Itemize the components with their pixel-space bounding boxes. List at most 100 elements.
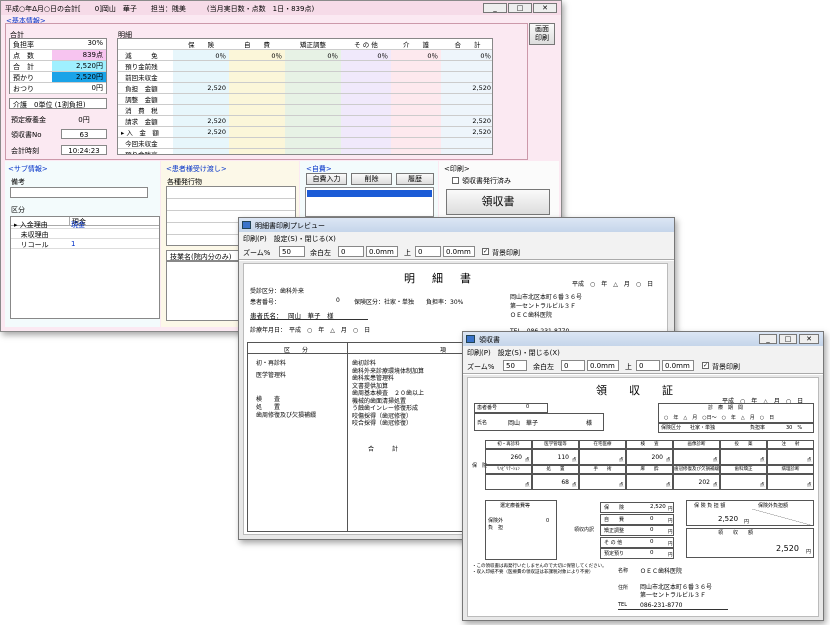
detail-cell xyxy=(391,82,441,94)
category-row-label: リコール xyxy=(14,241,49,249)
detail-cell xyxy=(391,104,441,116)
clinic-tel: 086-231-8770 xyxy=(640,602,683,609)
patient-section-label: <患者様受け渡し> xyxy=(166,165,227,173)
receipt-toolbar: ズーム% 50 余白左 0 0.0mm 上 0 0.0mm ✓ 背景印刷 xyxy=(463,358,823,374)
detail-cell xyxy=(229,148,285,154)
points-head: 注 射 xyxy=(767,440,814,449)
detail-cell xyxy=(229,115,285,127)
detail-row-label: 預り金前残 xyxy=(118,60,173,72)
summary-value: 839点 xyxy=(52,50,106,60)
statement-table-divider xyxy=(347,342,348,532)
detail-cell: 2,520 xyxy=(173,115,229,127)
detail-cell: 0％ xyxy=(391,49,441,61)
close-button[interactable]: ✕ xyxy=(533,3,557,13)
statement-item: 咬合採得（歯冠修復） xyxy=(352,420,413,427)
detail-cell xyxy=(391,93,441,105)
detail-header: 介 護 xyxy=(391,39,441,50)
clinic-addr-label: 住所 xyxy=(618,585,629,591)
category-row[interactable]: ▸ 入金理由 現金 xyxy=(11,219,159,229)
detail-header: 自 費 xyxy=(229,39,285,50)
detail-cell xyxy=(391,60,441,72)
detail-row-label: 前回未収金 xyxy=(118,71,173,83)
detail-cell xyxy=(285,93,341,105)
detail-cell xyxy=(173,148,229,154)
detail-cell xyxy=(285,82,341,94)
detail-cell xyxy=(441,137,492,149)
margin-left-mm[interactable]: 0.0mm xyxy=(366,246,398,257)
margin-left-label: 余白左 xyxy=(533,363,554,371)
statement-doc-title: 明 細 書 xyxy=(404,272,474,285)
detail-row: 調整 金額 xyxy=(118,93,492,105)
breakdown-value: 0 xyxy=(650,515,654,522)
margin-top-spinner[interactable]: 0 xyxy=(636,360,660,371)
points-unit: 点 xyxy=(760,483,765,488)
detail-cell xyxy=(285,60,341,72)
receipt-issued-checkbox[interactable] xyxy=(452,177,459,184)
summary-value: 2,520円 xyxy=(52,61,106,71)
self-list[interactable] xyxy=(305,187,434,217)
rate-value: 30 % xyxy=(786,425,803,431)
rate-label: 負担率 xyxy=(750,425,766,431)
category-row[interactable]: 未収理由 xyxy=(11,229,159,239)
time-field: 10:24:23 xyxy=(61,145,107,155)
breakdown-yen: 円 xyxy=(668,530,673,535)
category-grid: 現金 ▸ 入金理由 現金 未収理由 リコール 1 xyxy=(10,216,160,319)
receipt-no-field[interactable]: 63 xyxy=(61,129,107,139)
receipt-button[interactable]: 領収書 xyxy=(446,189,550,215)
clinic-tel-label: TEL xyxy=(618,602,627,608)
minimize-button[interactable]: _ xyxy=(483,3,507,13)
self-input-button[interactable]: 自費入力 xyxy=(306,173,347,185)
detail-cell: 2,520 xyxy=(173,82,229,94)
detail-cell: 0％ xyxy=(229,49,285,61)
points-head: 投 薬 xyxy=(720,440,767,449)
summary-row: おつり 0円 xyxy=(10,83,106,94)
detail-row: ▸ 入 金 額 2,520 2,520 xyxy=(118,126,492,138)
margin-left-mm[interactable]: 0.0mm xyxy=(587,360,619,371)
receipt-preview-window: 領収書 _ □ ✕ 印刷(P) 設定(S)・閉じる(X) ズーム% 50 余白左… xyxy=(462,331,824,621)
margin-top-mm[interactable]: 0.0mm xyxy=(443,246,475,257)
detail-cell xyxy=(229,93,285,105)
points-unit: 点 xyxy=(525,483,530,488)
detail-header xyxy=(118,39,173,50)
self-list-selected-row[interactable] xyxy=(307,190,432,197)
detail-cell xyxy=(229,137,285,149)
detail-row-label: 預り金残高 xyxy=(118,148,173,154)
delete-button[interactable]: 削除 xyxy=(351,173,392,185)
name-value: 岡山 華子 xyxy=(508,420,539,427)
breakdown-yen: 円 xyxy=(668,541,673,547)
kaigo-box: 介護 0単位 (1割負担) xyxy=(9,98,107,109)
detail-row-label: 請求 金額 xyxy=(118,115,173,127)
margin-left-spinner[interactable]: 0 xyxy=(561,360,585,371)
margin-top-label: 上 xyxy=(404,249,411,257)
receipt-max-button[interactable]: □ xyxy=(779,334,797,344)
breakdown-label: 預定預り xyxy=(604,551,625,557)
detail-cell: 2,520 xyxy=(441,126,492,138)
bg-print-label: 背景印刷 xyxy=(492,249,520,257)
detail-cell xyxy=(285,104,341,116)
receipt-menu[interactable]: 印刷(P) 設定(S)・閉じる(X) xyxy=(463,346,823,358)
zoom-spinner[interactable]: 50 xyxy=(279,246,305,257)
detail-cell: 2,520 xyxy=(173,126,229,138)
receipt-close-button[interactable]: ✕ xyxy=(799,334,819,344)
history-button[interactable]: 履歴 xyxy=(396,173,434,185)
bg-print-checkbox[interactable]: ✓ xyxy=(482,248,489,255)
summary-row: 負担率 30% xyxy=(10,39,106,50)
receipt-min-button[interactable]: _ xyxy=(759,334,777,344)
bg-print-checkbox[interactable]: ✓ xyxy=(702,362,709,369)
statement-menu[interactable]: 印刷(P) 設定(S)・閉じる(X) xyxy=(239,232,674,244)
points-head: 処 置 xyxy=(532,465,579,474)
points-unit: 点 xyxy=(525,458,530,463)
detail-header: 保 険 xyxy=(173,39,229,50)
margin-left-spinner[interactable]: 0 xyxy=(338,246,364,257)
memo-field[interactable] xyxy=(10,187,148,198)
maximize-button[interactable]: □ xyxy=(508,3,532,13)
preview-app-icon xyxy=(466,335,475,343)
zoom-spinner[interactable]: 50 xyxy=(503,360,527,371)
margin-top-spinner[interactable]: 0 xyxy=(415,246,441,257)
screen-print-button[interactable]: 画面 印刷 xyxy=(529,23,555,45)
margin-top-mm[interactable]: 0.0mm xyxy=(662,360,694,371)
window-title: 平成○年Δ月○日の会計[ 0]岡山 華子 担当：賎美 (当月実日数・点数 1日・… xyxy=(1,1,561,15)
category-row[interactable]: リコール 1 xyxy=(11,239,159,249)
detail-row: 負担 金額 2,520 2,520 xyxy=(118,82,492,94)
breakdown-yen: 円 xyxy=(668,553,673,558)
